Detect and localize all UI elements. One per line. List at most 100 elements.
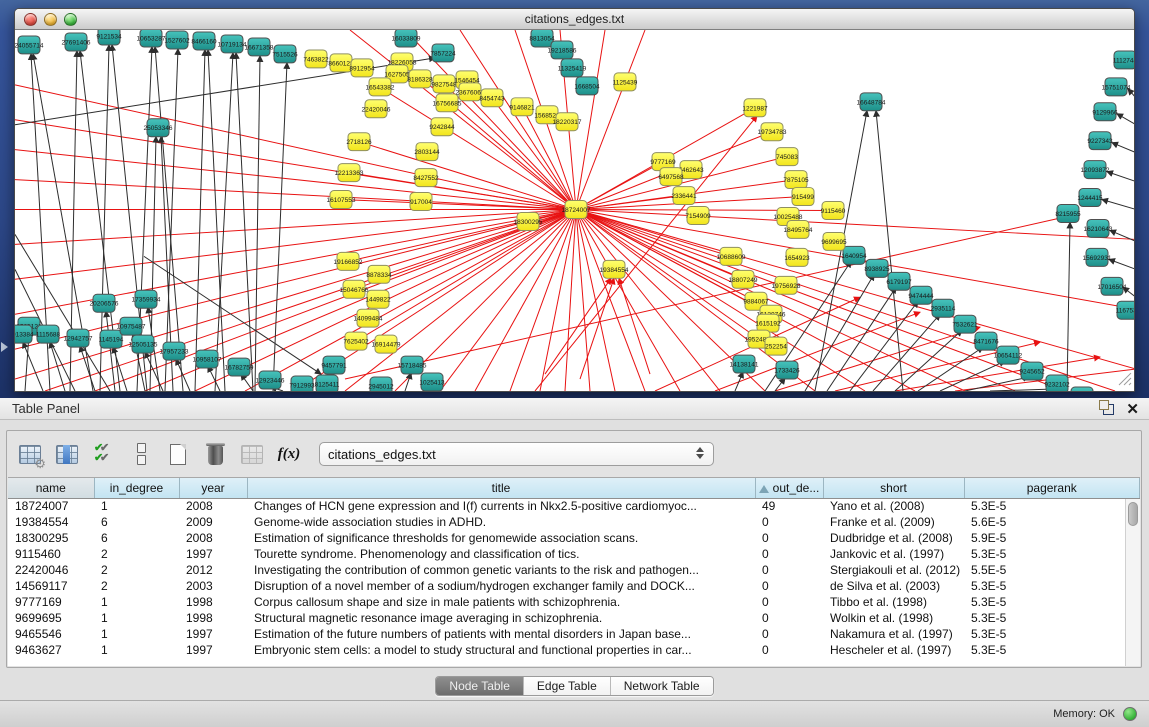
selected-graph-node[interactable]: 1654923: [784, 248, 810, 266]
graph-node[interactable]: 3913384: [15, 325, 34, 343]
selected-edge[interactable]: [345, 216, 1067, 379]
table-cell[interactable]: 2003: [179, 578, 247, 594]
selected-graph-node[interactable]: 7154909: [685, 207, 711, 225]
table-cell[interactable]: 1: [94, 498, 179, 514]
tab-network-table[interactable]: Network Table: [611, 677, 713, 695]
graph-node[interactable]: 1244415: [1077, 189, 1103, 207]
selected-graph-node[interactable]: 9242844: [429, 118, 455, 136]
graph-edge[interactable]: [1102, 200, 1134, 210]
selected-graph-node[interactable]: 18495764: [784, 220, 813, 238]
selected-graph-node[interactable]: 19734783: [758, 123, 787, 141]
selected-edge[interactable]: [576, 210, 590, 391]
selected-graph-node[interactable]: 19166852: [334, 252, 363, 270]
memory-status-icon[interactable]: [1123, 707, 1137, 721]
selected-graph-node[interactable]: 2718126: [346, 133, 372, 151]
graph-node[interactable]: 7515526: [272, 45, 298, 63]
table-cell[interactable]: 6: [94, 530, 179, 546]
column-header-name[interactable]: name: [8, 478, 94, 498]
graph-node[interactable]: 1640954: [841, 246, 867, 264]
selected-graph-node[interactable]: 16543382: [366, 78, 395, 96]
selected-graph-node[interactable]: 252254: [765, 337, 787, 355]
table-cell[interactable]: 9777169: [8, 594, 94, 610]
table-cell[interactable]: 5.3E-5: [964, 610, 1140, 626]
table-cell[interactable]: 5.3E-5: [964, 578, 1140, 594]
graph-node[interactable]: 1668504: [574, 77, 600, 95]
graph-node[interactable]: 10654112: [994, 346, 1023, 364]
selected-graph-node[interactable]: 915499: [792, 188, 814, 206]
graph-edge[interactable]: [273, 63, 287, 391]
network-window-titlebar[interactable]: citations_edges.txt: [15, 9, 1134, 30]
table-cell[interactable]: 5.6E-5: [964, 514, 1140, 530]
graph-node[interactable]: 16648784: [857, 93, 886, 111]
graph-edge[interactable]: [15, 234, 110, 391]
table-cell[interactable]: 2008: [179, 498, 247, 514]
column-header-year[interactable]: year: [179, 478, 247, 498]
graph-node[interactable]: 27691406: [62, 33, 91, 51]
graph-edge[interactable]: [80, 346, 95, 391]
table-cell[interactable]: 0: [755, 546, 823, 562]
graph-node[interactable]: 1025413: [419, 373, 445, 391]
graph-node[interactable]: 15718485: [398, 356, 427, 374]
table-cell[interactable]: Nakamura et al. (1997): [823, 626, 964, 642]
close-window-icon[interactable]: [24, 13, 37, 26]
graph-node[interactable]: 12505135: [129, 335, 158, 353]
selected-graph-node[interactable]: 2336441: [671, 187, 697, 205]
table-cell[interactable]: Investigating the contribution of common…: [247, 562, 755, 578]
graph-edge[interactable]: [208, 366, 220, 391]
selected-edge[interactable]: [619, 278, 650, 374]
graph-edge[interactable]: [1107, 172, 1134, 182]
selected-graph-node[interactable]: 917004: [410, 193, 432, 211]
selected-graph-node[interactable]: 9146821: [509, 98, 535, 116]
table-cell[interactable]: Stergiakouli et al. (2012): [823, 562, 964, 578]
table-row[interactable]: 1938455462009Genome-wide association stu…: [8, 514, 1140, 530]
selected-graph-node[interactable]: 9699695: [821, 232, 847, 250]
graph-node[interactable]: 12942757: [64, 329, 93, 347]
graph-node[interactable]: 17359934: [132, 290, 161, 308]
table-cell[interactable]: Estimation of significance thresholds fo…: [247, 530, 755, 546]
table-cell[interactable]: 1998: [179, 594, 247, 610]
graph-node[interactable]: 9457791: [321, 356, 347, 374]
table-cell[interactable]: 2012: [179, 562, 247, 578]
table-cell[interactable]: 0: [755, 642, 823, 658]
graph-node[interactable]: 15751074: [1102, 78, 1131, 96]
graph-edge[interactable]: [236, 53, 253, 391]
graph-node[interactable]: 16033809: [392, 30, 421, 47]
graph-edge[interactable]: [965, 377, 1029, 391]
table-cell[interactable]: 49: [755, 498, 823, 514]
selected-graph-node[interactable]: 18807249: [729, 270, 758, 288]
table-cell[interactable]: 2009: [179, 514, 247, 530]
selected-edge[interactable]: [15, 210, 576, 350]
graph-node[interactable]: 7857224: [430, 44, 456, 62]
graph-node[interactable]: 9227343: [1087, 132, 1113, 150]
selected-graph-node[interactable]: 18300295: [514, 212, 543, 230]
table-cell[interactable]: 5.3E-5: [964, 594, 1140, 610]
selected-graph-node[interactable]: 10688609: [717, 247, 746, 265]
collapse-arrow-icon[interactable]: [1, 342, 8, 352]
selected-graph-node[interactable]: 12213363: [335, 164, 364, 182]
table-cell[interactable]: 14569117: [8, 578, 94, 594]
table-row[interactable]: 977716911998Corpus callosum shape and si…: [8, 594, 1140, 610]
table-cell[interactable]: Tibbo et al. (1998): [823, 594, 964, 610]
graph-node[interactable]: 11325419: [558, 59, 587, 77]
table-cell[interactable]: 6: [94, 514, 179, 530]
table-cell[interactable]: 0: [755, 594, 823, 610]
table-cell[interactable]: 5.3E-5: [964, 642, 1140, 658]
graph-node[interactable]: 12923446: [256, 371, 285, 389]
selected-graph-node[interactable]: 1221987: [742, 99, 768, 117]
graph-node[interactable]: 6179197: [886, 272, 912, 290]
table-cell[interactable]: 0: [755, 578, 823, 594]
table-cell[interactable]: 1997: [179, 642, 247, 658]
tab-node-table[interactable]: Node Table: [436, 677, 524, 695]
graph-node[interactable]: 2935114: [931, 299, 956, 317]
graph-edge[interactable]: [241, 374, 253, 391]
graph-edge[interactable]: [208, 50, 225, 391]
selected-graph-node[interactable]: 18724007: [562, 201, 591, 219]
graph-node[interactable]: 7912993: [289, 376, 315, 391]
graph-edge[interactable]: [1110, 230, 1134, 241]
graph-node[interactable]: 8215955: [1055, 205, 1081, 223]
table-cell[interactable]: Genome-wide association studies in ADHD.: [247, 514, 755, 530]
selected-graph-node[interactable]: 6497568: [658, 168, 684, 186]
selected-edge[interactable]: [341, 200, 576, 210]
graph-node[interactable]: 8471676: [973, 332, 999, 350]
selected-edge[interactable]: [775, 327, 980, 391]
